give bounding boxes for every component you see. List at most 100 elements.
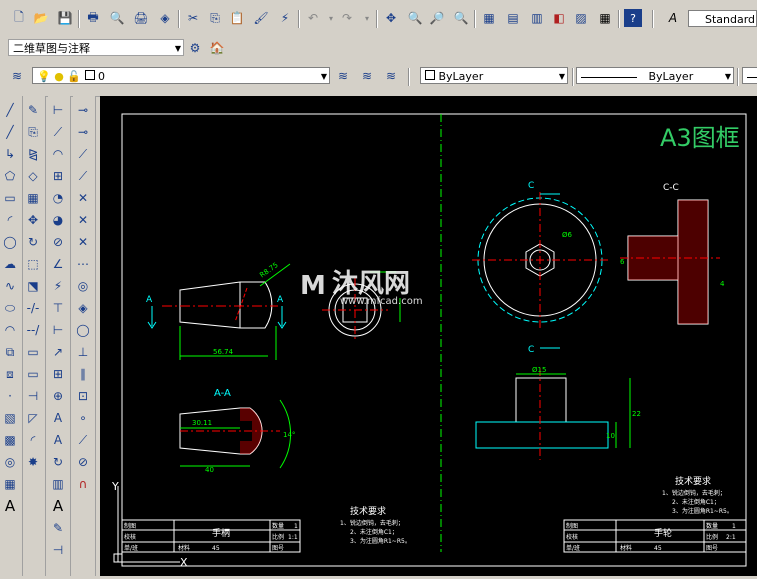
angular-dimension-icon[interactable]: ∠ [48, 254, 68, 274]
color-select[interactable]: ByLayer ▼ [420, 67, 568, 84]
array-icon[interactable]: ▦ [23, 188, 43, 208]
snap-node-icon[interactable]: ∘ [73, 408, 93, 428]
workspace-settings-icon[interactable]: ⚙ [186, 39, 204, 57]
offset-icon[interactable]: ◇ [23, 166, 43, 186]
redo-dropdown-icon[interactable]: ▾ [358, 9, 376, 27]
rectangle-icon[interactable]: ▭ [0, 188, 20, 208]
undo-icon[interactable]: ↶ [304, 9, 322, 27]
quick-leader-icon[interactable]: ↗ [48, 342, 68, 362]
text-style-icon[interactable]: A [664, 9, 682, 27]
mirror-icon[interactable]: ⧎ [23, 144, 43, 164]
snap-insert-icon[interactable]: ⊡ [73, 386, 93, 406]
polyline-icon[interactable]: ↳ [0, 144, 20, 164]
snap-intersection-icon[interactable]: ✕ [73, 232, 93, 252]
properties-icon[interactable]: ▦ [480, 9, 498, 27]
dimension-text-edit-icon[interactable]: A [48, 430, 68, 450]
line-icon[interactable]: ╱ [0, 100, 20, 120]
layer-manager-icon[interactable]: ≋ [8, 67, 26, 85]
snap-tangent-icon[interactable]: ◯ [73, 320, 93, 340]
ellipse-arc-icon[interactable]: ◠ [0, 320, 20, 340]
design-center-icon[interactable]: ▤ [504, 9, 522, 27]
publish-icon[interactable]: 🖨 [132, 9, 150, 27]
arc-length-icon[interactable]: ◠ [48, 144, 68, 164]
linear-dimension-icon[interactable]: ⊢ [48, 100, 68, 120]
insert-block-icon[interactable]: ⧉ [0, 342, 20, 362]
center-mark-icon[interactable]: ⊕ [48, 386, 68, 406]
zoom-window-icon[interactable]: 🔎 [428, 9, 446, 27]
multiline-text-icon[interactable]: A [0, 496, 20, 516]
tool-palettes-icon[interactable]: ▥ [528, 9, 546, 27]
snap-midpoint-icon[interactable]: ✕ [73, 210, 93, 230]
dimension-edit-icon[interactable]: A [48, 408, 68, 428]
layer-select[interactable]: 💡 ● 🔓 0 ▼ [32, 67, 330, 84]
pan-icon[interactable]: ✥ [382, 9, 400, 27]
erase-icon[interactable]: ✎ [23, 100, 43, 120]
dimension-update-icon[interactable]: ↻ [48, 452, 68, 472]
print-preview-icon[interactable]: 🔍 [108, 9, 126, 27]
distance-icon[interactable]: ⊸ [73, 100, 93, 120]
text-style-select[interactable]: Standard [688, 10, 757, 27]
3d-dwf-icon[interactable]: ◈ [156, 9, 174, 27]
save-icon[interactable]: 💾 [56, 9, 74, 27]
point-icon[interactable]: · [0, 386, 20, 406]
make-block-icon[interactable]: ⧈ [0, 364, 20, 384]
break-icon[interactable]: ▭ [23, 364, 43, 384]
snap-extension-icon[interactable]: ⋯ [73, 254, 93, 274]
aligned-dimension-icon[interactable]: ⟋ [48, 122, 68, 142]
list-icon[interactable]: ⟋ [73, 166, 93, 186]
spline-icon[interactable]: ∿ [0, 276, 20, 296]
drawing-canvas[interactable]: A3图框 A A 56.74 R8.75 A-A 30.11 40 14° Ø6… [100, 96, 757, 576]
explode-icon[interactable]: ✸ [23, 452, 43, 472]
quick-dimension-icon[interactable]: ⚡ [48, 276, 68, 296]
osnap-settings-icon[interactable]: ∩ [73, 474, 93, 494]
ordinate-dimension-icon[interactable]: ⊞ [48, 166, 68, 186]
snap-center-icon[interactable]: ◎ [73, 276, 93, 296]
tolerance-icon[interactable]: ⊞ [48, 364, 68, 384]
jogged-dimension-icon[interactable]: ◕ [48, 210, 68, 230]
revision-cloud-icon[interactable]: ☁ [0, 254, 20, 274]
zoom-previous-icon[interactable]: 🔍 [452, 9, 470, 27]
redo-icon[interactable]: ↷ [338, 9, 356, 27]
circle-icon[interactable]: ◯ [0, 232, 20, 252]
match-properties-icon[interactable]: 🖌 [252, 9, 270, 27]
join-icon[interactable]: ⊣ [23, 386, 43, 406]
gradient-icon[interactable]: ▩ [0, 430, 20, 450]
angle-icon[interactable]: ⟋ [73, 144, 93, 164]
arc-icon[interactable]: ◜ [0, 210, 20, 230]
snap-endpoint-icon[interactable]: ✕ [73, 188, 93, 208]
linetype-select[interactable]: ByLayer ▼ [576, 67, 734, 84]
baseline-dimension-icon[interactable]: ⊤ [48, 298, 68, 318]
dim-pencil-icon[interactable]: ✎ [48, 518, 68, 538]
calculator-icon[interactable]: ▦ [596, 9, 614, 27]
lineweight-select[interactable] [742, 67, 757, 84]
print-icon[interactable]: 🖶 [84, 9, 102, 27]
rotate-icon[interactable]: ↻ [23, 232, 43, 252]
construction-line-icon[interactable]: ╱ [0, 122, 20, 142]
polygon-icon[interactable]: ⬠ [0, 166, 20, 186]
break-at-point-icon[interactable]: ▭ [23, 342, 43, 362]
stretch-icon[interactable]: ⬔ [23, 276, 43, 296]
dim-bracket-icon[interactable]: ⊣ [48, 540, 68, 560]
hatch-icon[interactable]: ▧ [0, 408, 20, 428]
copy-object-icon[interactable]: ⎘ [23, 122, 43, 142]
layer-states-icon[interactable]: ≋ [382, 67, 400, 85]
table-icon[interactable]: ▦ [0, 474, 20, 494]
chamfer-icon[interactable]: ◸ [23, 408, 43, 428]
move-icon[interactable]: ✥ [23, 210, 43, 230]
fillet-icon[interactable]: ◜ [23, 430, 43, 450]
new-icon[interactable]: 🗋 [10, 9, 28, 27]
continue-dimension-icon[interactable]: ⊢ [48, 320, 68, 340]
radius-dimension-icon[interactable]: ◔ [48, 188, 68, 208]
paste-icon[interactable]: 📋 [228, 9, 246, 27]
block-editor-icon[interactable]: ⚡ [276, 9, 294, 27]
zoom-realtime-icon[interactable]: 🔍 [406, 9, 424, 27]
dimension-style-icon[interactable]: ▥ [48, 474, 68, 494]
snap-parallel-icon[interactable]: ∥ [73, 364, 93, 384]
markup-icon[interactable]: ▨ [572, 9, 590, 27]
scale-icon[interactable]: ⬚ [23, 254, 43, 274]
sheet-set-icon[interactable]: ◧ [550, 9, 568, 27]
open-icon[interactable]: 📂 [32, 9, 50, 27]
cut-icon[interactable]: ✂ [184, 9, 202, 27]
diameter-dimension-icon[interactable]: ⊘ [48, 232, 68, 252]
region-icon[interactable]: ◎ [0, 452, 20, 472]
